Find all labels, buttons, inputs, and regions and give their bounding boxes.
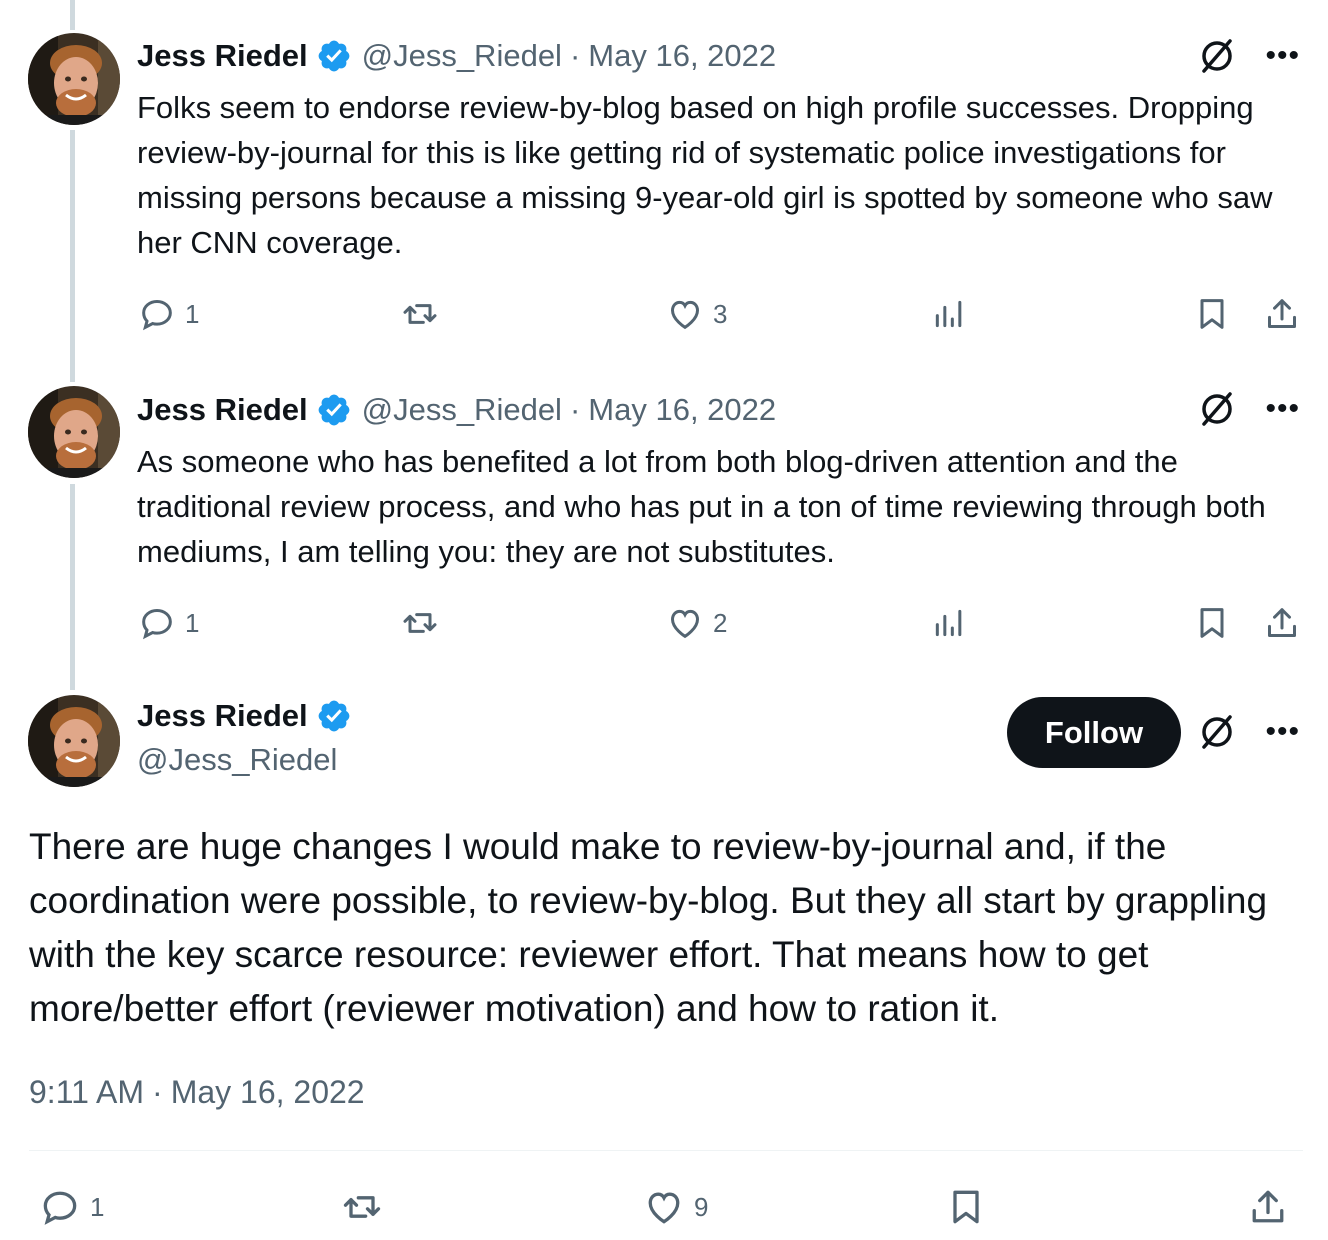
verified-badge-icon[interactable] xyxy=(316,698,352,734)
like-icon xyxy=(670,300,700,330)
bookmark-button[interactable] xyxy=(944,1185,988,1229)
share-icon xyxy=(1268,299,1296,328)
tweet-top-actions: ••• xyxy=(1197,712,1300,752)
retweet-button[interactable] xyxy=(400,603,448,643)
bookmark-icon xyxy=(953,1190,979,1224)
like-icon xyxy=(670,609,700,639)
views-button[interactable] xyxy=(929,603,969,643)
like-button[interactable]: 2 xyxy=(665,603,727,643)
separator: · xyxy=(569,392,581,427)
divider xyxy=(29,1150,1303,1151)
bookmark-button[interactable] xyxy=(1192,294,1232,334)
tweet-text: As someone who has benefited a lot from … xyxy=(137,444,1266,569)
main-author-block: Jess Riedel @Jess_Riedel xyxy=(137,698,362,778)
bookmark-button[interactable] xyxy=(1192,603,1232,643)
thread-line xyxy=(70,130,75,382)
more-icon[interactable]: ••• xyxy=(1265,41,1300,71)
bookmark-icon xyxy=(1200,608,1224,638)
more-icon[interactable]: ••• xyxy=(1265,394,1300,424)
tweet-date[interactable]: May 16, 2022 xyxy=(588,38,776,74)
share-button[interactable] xyxy=(1262,603,1302,643)
reply-button[interactable]: 1 xyxy=(137,603,199,643)
like-count: 3 xyxy=(713,298,728,329)
author-handle[interactable]: @Jess_Riedel xyxy=(137,742,362,778)
tweet-top-actions: ••• xyxy=(1197,36,1300,76)
like-icon xyxy=(648,1192,680,1224)
reply-count: 1 xyxy=(90,1191,105,1222)
retweet-icon xyxy=(343,1196,381,1218)
tweet-date[interactable]: May 16, 2022 xyxy=(588,392,776,428)
follow-button[interactable]: Follow xyxy=(1007,697,1181,768)
like-count: 9 xyxy=(694,1191,709,1222)
reply-count: 1 xyxy=(185,607,200,638)
views-icon xyxy=(935,609,962,637)
more-icon[interactable]: ••• xyxy=(1265,717,1300,747)
retweet-button[interactable] xyxy=(340,1185,392,1229)
separator: · xyxy=(569,38,581,73)
reply-button[interactable]: 1 xyxy=(137,294,199,334)
verified-badge-icon[interactable] xyxy=(316,38,352,74)
retweet-icon xyxy=(403,304,437,324)
like-button[interactable]: 3 xyxy=(665,294,727,334)
tweet-header: Jess Riedel @Jess_Riedel · May 16, 2022 xyxy=(137,392,776,428)
tweet-action-row: 1 3 xyxy=(137,294,1302,334)
reply-icon xyxy=(142,608,172,640)
share-icon xyxy=(1268,608,1296,637)
grok-icon[interactable] xyxy=(1197,712,1237,752)
avatar[interactable] xyxy=(28,33,120,125)
share-icon xyxy=(1252,1190,1284,1223)
bookmark-icon xyxy=(1200,299,1224,329)
retweet-button[interactable] xyxy=(400,294,448,334)
like-count: 2 xyxy=(713,607,728,638)
like-button[interactable]: 9 xyxy=(642,1185,708,1229)
main-tweet-text: There are huge changes I would make to r… xyxy=(29,826,1268,1029)
views-button[interactable] xyxy=(929,294,969,334)
tweet-text: Folks seem to endorse review-by-blog bas… xyxy=(137,90,1273,260)
thread-line xyxy=(70,484,75,690)
tweet-header: Jess Riedel @Jess_Riedel · May 16, 2022 xyxy=(137,38,776,74)
tweet-top-actions: ••• xyxy=(1197,389,1300,429)
reply-icon xyxy=(43,1191,77,1225)
author-handle[interactable]: @Jess_Riedel xyxy=(362,38,562,74)
tweet-action-row: 1 2 xyxy=(137,603,1302,643)
author-name[interactable]: Jess Riedel xyxy=(137,698,308,734)
retweet-icon xyxy=(403,613,437,633)
author-name[interactable]: Jess Riedel xyxy=(137,38,308,74)
share-button[interactable] xyxy=(1262,294,1302,334)
reply-icon xyxy=(142,299,172,331)
verified-badge-icon[interactable] xyxy=(316,392,352,428)
grok-icon[interactable] xyxy=(1197,389,1237,429)
author-handle[interactable]: @Jess_Riedel xyxy=(362,392,562,428)
main-name-row: Jess Riedel xyxy=(137,698,362,734)
main-action-row: 1 9 xyxy=(38,1185,1300,1229)
share-button[interactable] xyxy=(1246,1185,1290,1229)
thread-line xyxy=(70,0,75,30)
author-name[interactable]: Jess Riedel xyxy=(137,392,308,428)
separator: · xyxy=(152,1074,163,1110)
avatar[interactable] xyxy=(28,386,120,478)
grok-icon[interactable] xyxy=(1197,36,1237,76)
avatar[interactable] xyxy=(28,695,120,787)
reply-button[interactable]: 1 xyxy=(38,1185,104,1229)
reply-count: 1 xyxy=(185,298,200,329)
tweet-timestamp[interactable]: 9:11 AM · May 16, 2022 xyxy=(29,1074,365,1111)
tweet-date: May 16, 2022 xyxy=(170,1074,365,1110)
views-icon xyxy=(935,300,962,328)
tweet-time: 9:11 AM xyxy=(29,1074,145,1110)
